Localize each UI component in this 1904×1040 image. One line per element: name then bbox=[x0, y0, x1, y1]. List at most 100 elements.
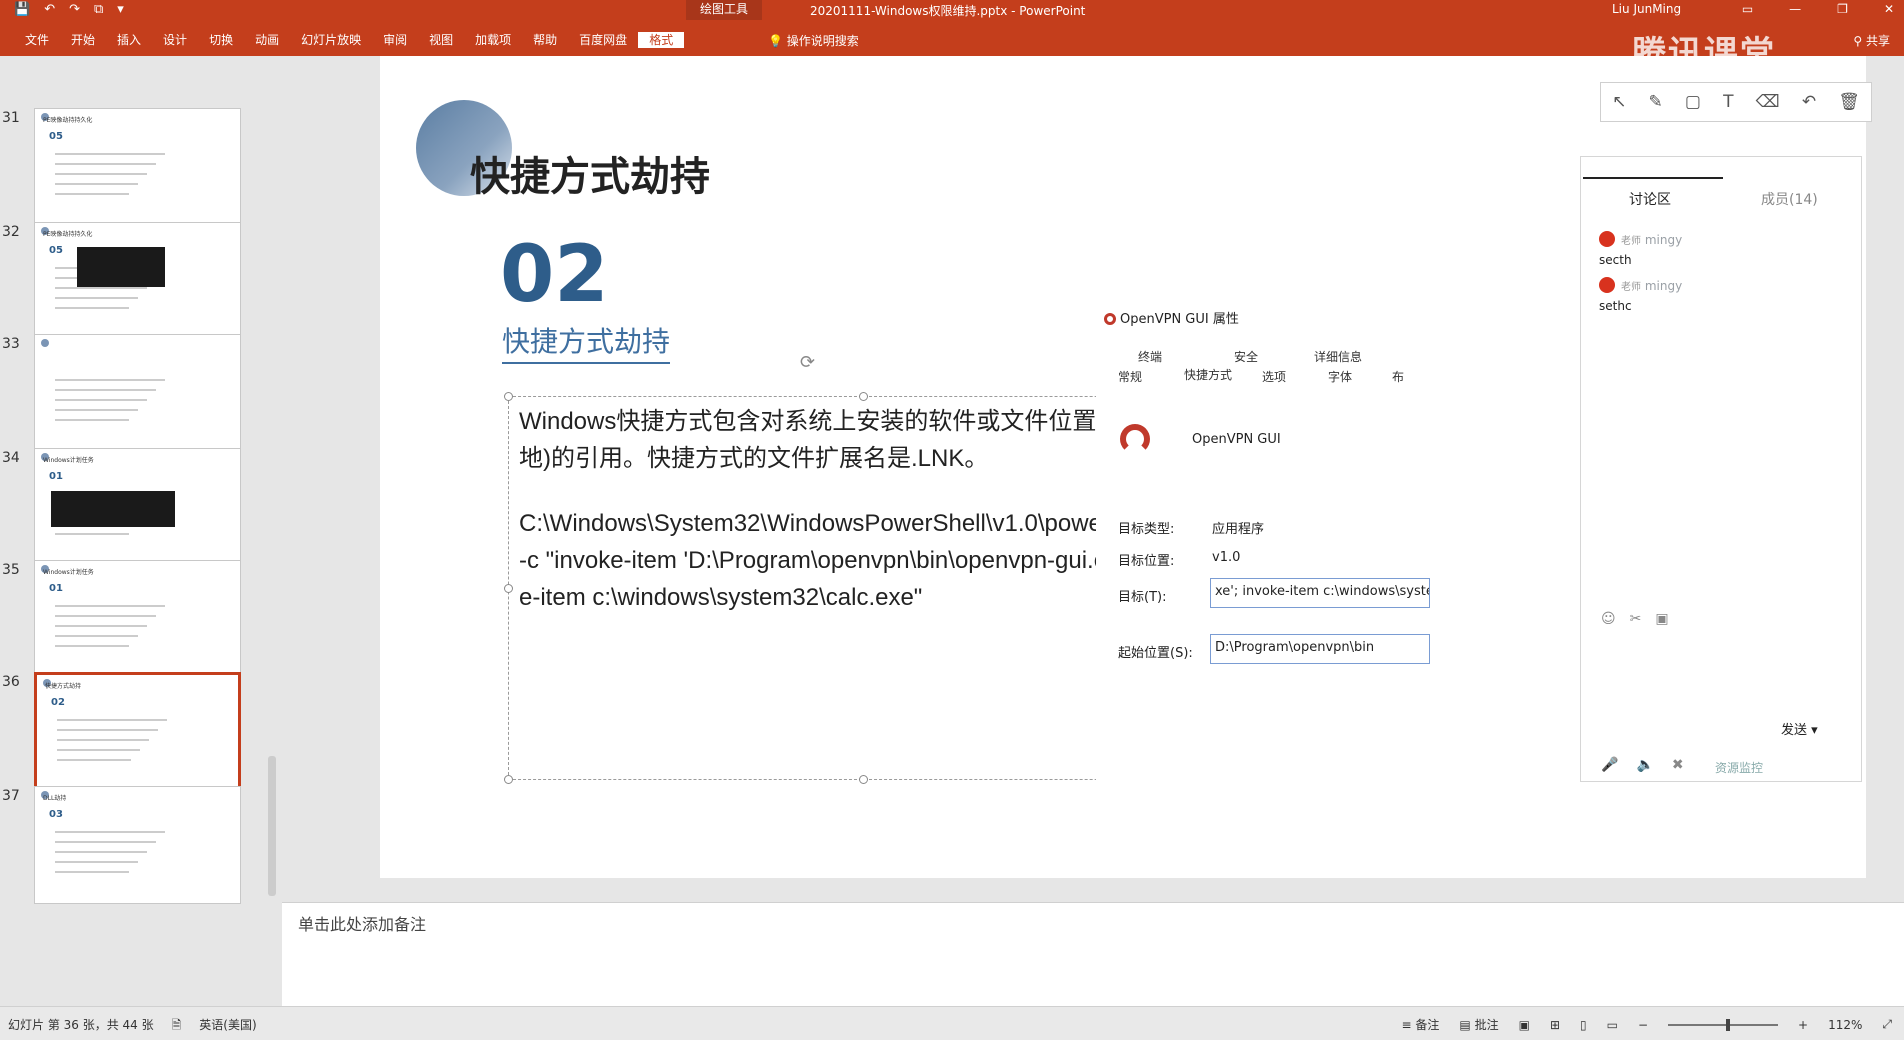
restore-icon[interactable]: ❐ bbox=[1837, 0, 1848, 18]
reading-view-icon[interactable]: ▯ bbox=[1580, 1018, 1587, 1032]
message-header: 老师 mingy bbox=[1599, 231, 1682, 247]
scissors-icon[interactable]: ✂ bbox=[1630, 611, 1642, 627]
notes-placeholder[interactable]: 单击此处添加备注 bbox=[298, 911, 426, 935]
thumbnail-text-line bbox=[55, 851, 147, 853]
ribbon-tab[interactable]: 插入 bbox=[106, 32, 152, 48]
mute-icon[interactable]: ✖ bbox=[1672, 757, 1684, 773]
ribbon-tab[interactable]: 幻灯片放映 bbox=[290, 32, 372, 48]
language-indicator[interactable]: 英语(美国) bbox=[199, 1016, 256, 1037]
send-button[interactable]: 发送 ▾ bbox=[1781, 719, 1818, 738]
thumbnail-title: 快捷方式劫持 bbox=[45, 683, 82, 690]
slideshow-icon[interactable]: ▭ bbox=[1607, 1018, 1618, 1032]
slide-thumbnail[interactable]: DLL劫持 03 bbox=[34, 786, 241, 904]
ribbon-tab[interactable]: 动画 bbox=[244, 32, 290, 48]
vpn-tab-details: 详细信息 bbox=[1314, 350, 1363, 364]
search-label: 操作说明搜索 bbox=[786, 34, 859, 48]
ribbon-tab[interactable]: 视图 bbox=[418, 32, 464, 48]
resize-handle-bottom-left[interactable] bbox=[504, 775, 513, 784]
ribbon-tab[interactable]: 加载项 bbox=[464, 32, 522, 48]
zoom-slider[interactable] bbox=[1668, 1018, 1779, 1031]
section-number[interactable]: 02 bbox=[500, 236, 609, 314]
thumbnail-text-line bbox=[55, 419, 129, 421]
resize-handle-left[interactable] bbox=[504, 584, 513, 593]
speaker-icon[interactable]: 🔈 bbox=[1636, 757, 1653, 773]
ribbon-display-icon[interactable]: ▭ bbox=[1742, 0, 1753, 18]
ribbon-tab[interactable]: 格式 bbox=[638, 32, 685, 48]
ribbon-tab[interactable]: 审阅 bbox=[372, 32, 418, 48]
comments-toggle-button[interactable]: ▤ 批注 bbox=[1459, 1016, 1498, 1033]
ribbon-tab[interactable]: 文件 bbox=[14, 32, 60, 48]
text-icon[interactable]: T bbox=[1723, 92, 1733, 112]
thumbnail-section-number: 03 bbox=[49, 809, 63, 820]
ribbon-tab[interactable]: 开始 bbox=[60, 32, 106, 48]
zoom-out-icon[interactable]: − bbox=[1638, 1018, 1648, 1032]
slide-thumbnail[interactable]: PE映像劫持持久化 05 bbox=[34, 108, 241, 226]
thumbnail-number: 32 bbox=[2, 224, 20, 240]
close-icon[interactable]: ✕ bbox=[1884, 0, 1894, 18]
user-name[interactable]: Liu JunMing bbox=[1612, 2, 1681, 16]
rotate-handle-icon[interactable]: ⟳ bbox=[800, 352, 815, 373]
openvpn-icon bbox=[1104, 313, 1116, 325]
share-button[interactable]: ⚲ 共享 bbox=[1853, 32, 1890, 49]
undo-draw-icon[interactable]: ↶ bbox=[1802, 92, 1816, 112]
tell-me-search[interactable]: 💡 操作说明搜索 bbox=[768, 32, 859, 49]
vpn-tab-general: 常规 bbox=[1118, 370, 1143, 384]
vpn-app-name: OpenVPN GUI bbox=[1192, 432, 1281, 447]
thumbnail-text-line bbox=[55, 153, 165, 155]
target-type-value: 应用程序 bbox=[1212, 522, 1265, 537]
slide-thumbnail[interactable]: 快捷方式劫持 02 bbox=[34, 672, 241, 790]
save-icon[interactable]: 💾 bbox=[14, 2, 30, 18]
thumbnail-text-line bbox=[55, 389, 156, 391]
resize-handle-top-left[interactable] bbox=[504, 392, 513, 401]
minimize-icon[interactable]: — bbox=[1789, 0, 1801, 18]
thumbnail-scrollbar[interactable] bbox=[268, 756, 276, 896]
rectangle-icon[interactable]: ▢ bbox=[1685, 92, 1701, 112]
thumbnail-number: 37 bbox=[2, 788, 20, 804]
zoom-level[interactable]: 112% bbox=[1828, 1018, 1862, 1032]
slide-thumbnail[interactable] bbox=[34, 334, 241, 452]
thumbnail-title: PE映像劫持持久化 bbox=[43, 231, 93, 238]
notes-toggle-button[interactable]: ≡ 备注 bbox=[1402, 1016, 1440, 1033]
share-label: 共享 bbox=[1865, 34, 1890, 48]
emoji-icon[interactable]: ☺ bbox=[1601, 611, 1616, 627]
slide-thumbnail[interactable]: Windows计划任务 01 bbox=[34, 560, 241, 678]
pointer-icon[interactable]: ↖ bbox=[1612, 92, 1626, 112]
undo-icon[interactable]: ↶ bbox=[44, 2, 55, 18]
notes-pane[interactable]: 单击此处添加备注 bbox=[282, 902, 1904, 1006]
slide-editing-area: 快捷方式劫持 02 快捷方式劫持 ⟳ Windows快捷方式包含对系统上安装的软… bbox=[282, 56, 1904, 902]
zoom-slider-thumb[interactable] bbox=[1726, 1018, 1731, 1031]
eraser-icon[interactable]: ⌫ bbox=[1756, 92, 1780, 112]
slide-sorter-icon[interactable]: ⊞ bbox=[1550, 1018, 1560, 1032]
ribbon-tab[interactable]: 切换 bbox=[198, 32, 244, 48]
thumbnail-text-line bbox=[55, 861, 138, 863]
target-location-value: v1.0 bbox=[1212, 550, 1241, 565]
spellcheck-icon[interactable]: 🗎 bbox=[172, 1016, 182, 1037]
slide-thumbnail[interactable]: Windows计划任务 01 bbox=[34, 448, 241, 566]
slide-heading[interactable]: 快捷方式劫持 bbox=[470, 144, 710, 202]
tab-discussion[interactable]: 讨论区 bbox=[1629, 189, 1671, 209]
ribbon-tabs: 文件 开始 插入 设计 切换 动画 幻灯片放映 审阅 视图 加载项 帮助 百度网盘 格式 bbox=[14, 32, 685, 48]
normal-view-icon[interactable]: ▣ bbox=[1519, 1018, 1530, 1032]
section-subtitle[interactable]: 快捷方式劫持 bbox=[502, 320, 671, 364]
resize-handle-top[interactable] bbox=[859, 392, 868, 401]
present-icon[interactable]: ⧉ bbox=[94, 2, 103, 18]
thumbnail-text-line bbox=[55, 645, 129, 647]
resize-handle-bottom[interactable] bbox=[859, 775, 868, 784]
zoom-in-icon[interactable]: + bbox=[1798, 1018, 1808, 1032]
thumbnail-text-line bbox=[55, 379, 165, 381]
thumbnail-text-line bbox=[55, 533, 129, 535]
image-icon[interactable]: ▣ bbox=[1655, 611, 1668, 627]
ribbon-tab[interactable]: 设计 bbox=[152, 32, 198, 48]
trash-icon[interactable]: 🗑 bbox=[1838, 92, 1860, 112]
share-person-icon: ⚲ bbox=[1853, 34, 1863, 48]
pen-icon[interactable]: ✎ bbox=[1648, 92, 1662, 112]
fit-slide-icon[interactable]: ⤢ bbox=[1882, 1017, 1892, 1032]
slide-thumbnail[interactable]: PE映像劫持持久化 05 bbox=[34, 222, 241, 340]
customize-qat-icon[interactable]: ▾ bbox=[117, 2, 124, 18]
resource-monitor-link[interactable]: 资源监控 bbox=[1715, 759, 1763, 776]
ribbon-tab[interactable]: 帮助 bbox=[522, 32, 568, 48]
microphone-icon[interactable]: 🎤 bbox=[1601, 757, 1618, 773]
redo-icon[interactable]: ↷ bbox=[69, 2, 80, 18]
tab-members[interactable]: 成员(14) bbox=[1761, 189, 1818, 209]
ribbon-tab[interactable]: 百度网盘 bbox=[568, 32, 638, 48]
